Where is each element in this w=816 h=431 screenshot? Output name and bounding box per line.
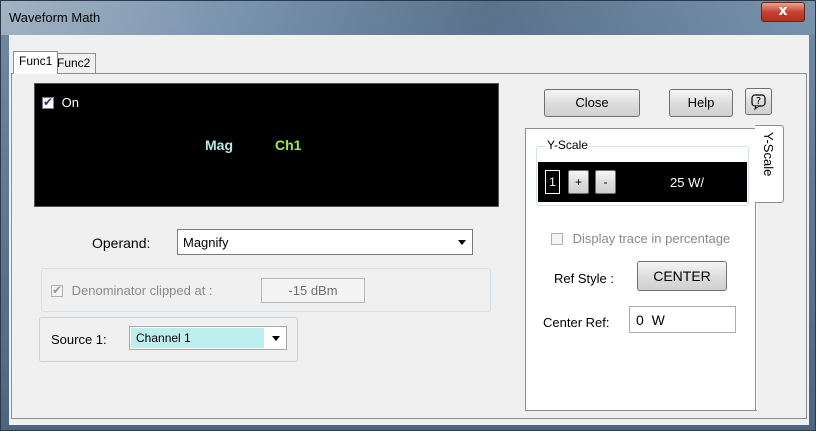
tab-func1-label: Func1 <box>19 54 53 68</box>
ref-style-label: Ref Style : <box>554 271 614 286</box>
svg-text:?: ? <box>756 96 761 107</box>
chevron-down-icon <box>272 336 280 341</box>
denominator-checkbox-row[interactable]: ✔ Denominator clipped at : <box>51 282 213 298</box>
scale-increase-button[interactable]: + <box>568 170 589 194</box>
context-help-button[interactable]: ? <box>745 88 772 115</box>
display-percentage-label: Display trace in percentage <box>572 231 731 247</box>
ref-style-button[interactable]: CENTER <box>637 261 727 291</box>
denominator-checkbox[interactable]: ✔ <box>51 282 63 297</box>
tab-yscale-vertical[interactable]: Y-Scale <box>755 125 784 203</box>
scale-value: 25 W/ <box>670 175 704 190</box>
function-name-label: Mag <box>205 137 233 153</box>
check-icon: ✔ <box>52 282 63 297</box>
help-button[interactable]: Help <box>669 89 733 117</box>
center-ref-label: Center Ref: <box>543 315 610 330</box>
display-percentage-checkbox[interactable] <box>551 232 563 245</box>
on-checkbox-row[interactable]: ✔ On <box>42 94 79 110</box>
tab-func1[interactable]: Func1 <box>13 51 59 74</box>
function-display: ✔ On Mag Ch1 <box>34 83 499 207</box>
denominator-value-field[interactable]: -15 dBm <box>261 278 365 303</box>
window-close-button[interactable]: x <box>761 2 805 22</box>
window-title: Waveform Math <box>9 10 101 25</box>
title-bar[interactable]: Waveform Math x <box>1 1 815 35</box>
channel-name-label: Ch1 <box>275 137 302 153</box>
tab-func2-label: Func2 <box>57 56 91 70</box>
yscale-group-label: Y-Scale <box>546 138 589 152</box>
chevron-down-icon <box>458 240 466 245</box>
source-dropdown[interactable]: Channel 1 <box>129 326 287 350</box>
on-checkbox[interactable]: ✔ <box>42 94 54 109</box>
channel-badge[interactable]: 1 <box>545 170 560 194</box>
close-icon: x <box>778 3 788 19</box>
tab-page-border <box>755 203 756 411</box>
waveform-math-window: Waveform Math x Func1 Func2 ✔ On Mag Ch1… <box>0 0 816 431</box>
scale-decrease-button[interactable]: - <box>595 170 616 194</box>
close-button[interactable]: Close <box>544 89 640 117</box>
denominator-label: Denominator clipped at : <box>71 283 213 299</box>
center-ref-input[interactable]: 0 W <box>629 306 736 333</box>
operand-value: Magnify <box>183 235 229 250</box>
operand-dropdown[interactable]: Magnify <box>177 229 473 255</box>
question-bubble-icon: ? <box>751 94 766 111</box>
check-icon: ✔ <box>43 94 54 109</box>
operand-label: Operand: <box>92 235 151 251</box>
yscale-control-strip: 1 + - 25 W/ <box>538 162 747 202</box>
source-value: Channel 1 <box>136 331 191 345</box>
display-percentage-row[interactable]: Display trace in percentage <box>551 230 730 246</box>
yscale-tab-label: Y-Scale <box>761 132 776 177</box>
on-label: On <box>61 95 79 111</box>
source-label: Source 1: <box>51 332 107 347</box>
